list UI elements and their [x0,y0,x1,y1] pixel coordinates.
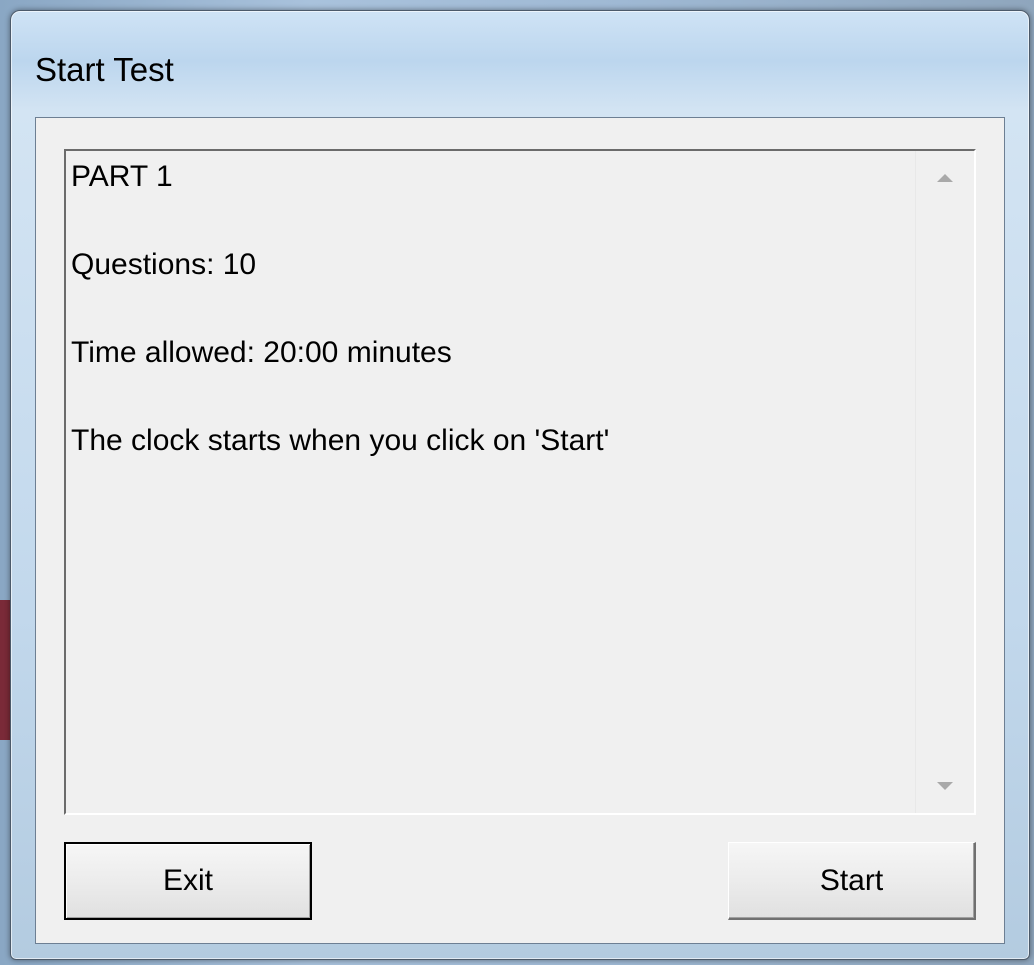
scroll-up-arrow-icon [937,174,953,182]
clock-instructions: The clock starts when you click on 'Star… [71,424,610,457]
test-info-textbox[interactable]: PART 1 Questions: 10 Time allowed: 20:00… [64,149,976,815]
scroll-down-arrow-icon [937,782,953,790]
start-test-dialog: Start Test PART 1 Questions: 10 Time all… [10,10,1030,960]
start-button[interactable]: Start [728,842,976,920]
scroll-up-button[interactable] [916,151,974,205]
scroll-down-button[interactable] [916,759,974,813]
title-bar[interactable]: Start Test [11,11,1029,111]
questions-count: Questions: 10 [71,248,257,281]
vertical-scrollbar[interactable] [915,151,974,813]
dialog-client-area: PART 1 Questions: 10 Time allowed: 20:00… [35,117,1005,944]
time-allowed: Time allowed: 20:00 minutes [71,336,452,369]
window-title: Start Test [35,51,174,88]
exit-button[interactable]: Exit [64,842,312,920]
part-label: PART 1 [71,160,173,193]
test-info-content: PART 1 Questions: 10 Time allowed: 20:00… [71,159,911,511]
